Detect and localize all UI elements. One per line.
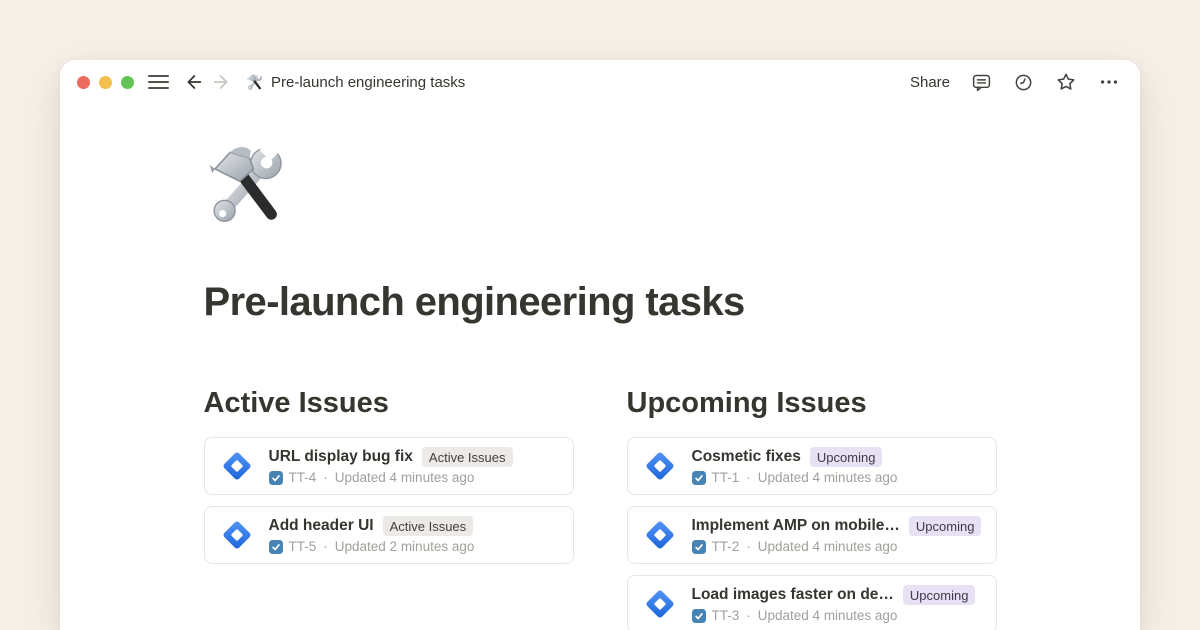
breadcrumb[interactable]: Pre-launch engineering tasks bbox=[246, 73, 465, 91]
meta-separator: · bbox=[323, 539, 328, 554]
task-checkbox-icon bbox=[692, 540, 706, 554]
issue-card[interactable]: Add header UI Active Issues TT-5 · Updat… bbox=[204, 506, 574, 564]
issue-key: TT-4 bbox=[289, 470, 317, 485]
hammer-and-wrench-icon bbox=[246, 73, 264, 91]
column-active-issues: Active Issues URL display bug fix Active… bbox=[204, 386, 574, 630]
issue-columns: Active Issues URL display bug fix Active… bbox=[204, 386, 997, 630]
page-icon-hammer-and-wrench[interactable] bbox=[204, 140, 292, 228]
star-icon[interactable] bbox=[1055, 71, 1077, 93]
app-window: Pre-launch engineering tasks Share bbox=[60, 60, 1140, 630]
clock-icon[interactable] bbox=[1013, 72, 1034, 93]
zoom-window-button[interactable] bbox=[121, 76, 134, 89]
task-checkbox-icon bbox=[692, 609, 706, 623]
column-heading: Active Issues bbox=[204, 386, 574, 420]
status-badge: Upcoming bbox=[903, 585, 976, 605]
forward-arrow-icon[interactable] bbox=[211, 71, 233, 93]
issue-title: Implement AMP on mobile… bbox=[692, 517, 900, 535]
sidebar-menu-icon[interactable] bbox=[148, 75, 169, 89]
issue-title: Load images faster on de… bbox=[692, 586, 894, 604]
comment-bubble-icon[interactable] bbox=[971, 72, 992, 93]
jira-icon bbox=[642, 586, 678, 622]
meta-separator: · bbox=[746, 539, 751, 554]
column-upcoming-issues: Upcoming Issues Cosmetic fixes Upcoming bbox=[627, 386, 997, 630]
issue-updated: Updated 4 minutes ago bbox=[758, 470, 898, 485]
close-window-button[interactable] bbox=[77, 76, 90, 89]
task-checkbox-icon bbox=[269, 540, 283, 554]
page-content: Pre-launch engineering tasks Active Issu… bbox=[204, 104, 997, 630]
back-arrow-icon[interactable] bbox=[182, 71, 204, 93]
issue-key: TT-5 bbox=[289, 539, 317, 554]
issue-card[interactable]: Load images faster on de… Upcoming TT-3 … bbox=[627, 575, 997, 630]
column-heading: Upcoming Issues bbox=[627, 386, 997, 420]
issue-updated: Updated 2 minutes ago bbox=[335, 539, 475, 554]
share-button[interactable]: Share bbox=[910, 74, 950, 91]
task-checkbox-icon bbox=[269, 471, 283, 485]
issue-title: URL display bug fix bbox=[269, 448, 413, 466]
issue-key: TT-3 bbox=[712, 608, 740, 623]
issue-updated: Updated 4 minutes ago bbox=[758, 608, 898, 623]
issue-card[interactable]: URL display bug fix Active Issues TT-4 ·… bbox=[204, 437, 574, 495]
issue-title: Add header UI bbox=[269, 517, 374, 535]
topbar-page-title[interactable]: Pre-launch engineering tasks bbox=[271, 74, 465, 91]
issue-title: Cosmetic fixes bbox=[692, 448, 801, 466]
meta-separator: · bbox=[323, 470, 328, 485]
status-badge: Upcoming bbox=[810, 447, 883, 467]
issue-updated: Updated 4 minutes ago bbox=[335, 470, 475, 485]
page-title: Pre-launch engineering tasks bbox=[204, 278, 997, 326]
window-topbar: Pre-launch engineering tasks Share bbox=[60, 60, 1140, 104]
jira-icon bbox=[219, 517, 255, 553]
issue-updated: Updated 4 minutes ago bbox=[758, 539, 898, 554]
ellipsis-icon[interactable] bbox=[1098, 71, 1120, 93]
meta-separator: · bbox=[746, 470, 751, 485]
meta-separator: · bbox=[746, 608, 751, 623]
issue-card[interactable]: Implement AMP on mobile… Upcoming TT-2 ·… bbox=[627, 506, 997, 564]
jira-icon bbox=[642, 448, 678, 484]
traffic-lights bbox=[77, 76, 134, 89]
jira-icon bbox=[642, 517, 678, 553]
status-badge: Active Issues bbox=[383, 516, 474, 536]
issue-key: TT-2 bbox=[712, 539, 740, 554]
task-checkbox-icon bbox=[692, 471, 706, 485]
minimize-window-button[interactable] bbox=[99, 76, 112, 89]
issue-key: TT-1 bbox=[712, 470, 740, 485]
status-badge: Active Issues bbox=[422, 447, 513, 467]
jira-icon bbox=[219, 448, 255, 484]
status-badge: Upcoming bbox=[909, 516, 982, 536]
issue-card[interactable]: Cosmetic fixes Upcoming TT-1 · Updated 4… bbox=[627, 437, 997, 495]
